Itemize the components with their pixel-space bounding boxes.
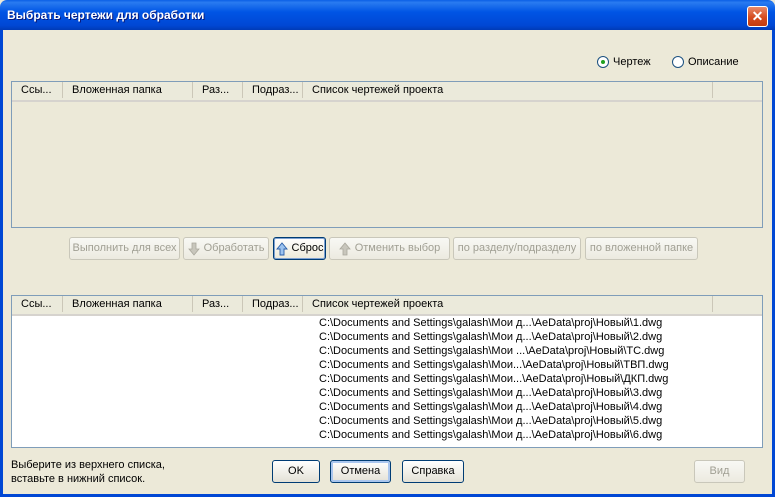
- list-item[interactable]: C:\Documents and Settings\galash\Мои д..…: [319, 316, 662, 330]
- list-item[interactable]: C:\Documents and Settings\galash\Мои...\…: [319, 358, 669, 372]
- radio-unchecked-icon[interactable]: [672, 56, 684, 68]
- help-button[interactable]: Справка: [402, 460, 464, 483]
- reset-button[interactable]: Сброс: [273, 237, 326, 260]
- col-section[interactable]: Раз...: [193, 82, 243, 98]
- list-item[interactable]: C:\Documents and Settings\galash\Мои ...…: [319, 344, 664, 358]
- radio-description-label: Описание: [688, 56, 739, 68]
- radio-description[interactable]: Описание: [672, 56, 739, 68]
- view-label: Вид: [709, 465, 730, 477]
- list-item[interactable]: C:\Documents and Settings\galash\Мои д..…: [319, 414, 662, 428]
- radio-drawing[interactable]: Чертеж: [597, 56, 651, 68]
- col-ref[interactable]: Ссы...: [12, 82, 63, 98]
- view-button[interactable]: Вид: [694, 460, 745, 483]
- by-folder-button[interactable]: по вложенной папке: [585, 237, 698, 260]
- cancel-selection-label: Отменить выбор: [354, 242, 441, 254]
- ok-label: OK: [288, 465, 304, 477]
- process-label: Обработать: [203, 242, 265, 254]
- radio-checked-icon[interactable]: [597, 56, 609, 68]
- arrow-down-icon: [187, 242, 200, 256]
- ok-button[interactable]: OK: [272, 460, 320, 483]
- by-section-label: по разделу/подразделу: [457, 242, 577, 254]
- col-subsection[interactable]: Подраз...: [243, 296, 303, 312]
- list-item[interactable]: C:\Documents and Settings\galash\Мои д..…: [319, 386, 662, 400]
- arrow-up-icon: [275, 241, 288, 256]
- col-drawing-list[interactable]: Список чертежей проекта: [303, 296, 713, 312]
- instruction-line-2: вставьте в нижний список.: [11, 473, 146, 485]
- radio-drawing-label: Чертеж: [613, 56, 651, 68]
- close-icon: ✕: [751, 8, 764, 24]
- reset-label: Сброс: [291, 242, 324, 254]
- list-item[interactable]: C:\Documents and Settings\galash\Мои д..…: [319, 400, 662, 414]
- source-list-body[interactable]: [12, 102, 762, 227]
- process-button[interactable]: Обработать: [183, 237, 269, 260]
- selected-list-body[interactable]: C:\Documents and Settings\galash\Мои д..…: [12, 316, 762, 447]
- list-header: Ссы... Вложенная папка Раз... Подраз... …: [12, 82, 762, 102]
- help-label: Справка: [411, 465, 455, 477]
- col-ref[interactable]: Ссы...: [12, 296, 63, 312]
- col-subsection[interactable]: Подраз...: [243, 82, 303, 98]
- source-drawings-list[interactable]: Ссы... Вложенная папка Раз... Подраз... …: [11, 81, 763, 228]
- list-header: Ссы... Вложенная папка Раз... Подраз... …: [12, 296, 762, 316]
- list-item[interactable]: C:\Documents and Settings\galash\Мои...\…: [319, 372, 668, 386]
- col-drawing-list[interactable]: Список чертежей проекта: [303, 82, 713, 98]
- selected-drawings-list[interactable]: Ссы... Вложенная папка Раз... Подраз... …: [11, 295, 763, 448]
- col-subfolder[interactable]: Вложенная папка: [63, 82, 193, 98]
- title-bar[interactable]: Выбрать чертежи для обработки ✕: [0, 0, 775, 30]
- instruction-text: Выберите из верхнего списка, вставьте в …: [11, 458, 165, 486]
- list-item[interactable]: C:\Documents and Settings\galash\Мои д..…: [319, 428, 662, 442]
- window-title: Выбрать чертежи для обработки: [7, 8, 205, 22]
- col-section[interactable]: Раз...: [193, 296, 243, 312]
- close-button[interactable]: ✕: [747, 6, 768, 27]
- instruction-line-1: Выберите из верхнего списка,: [11, 459, 165, 471]
- by-section-button[interactable]: по разделу/подразделу: [453, 237, 581, 260]
- arrow-up-icon: [338, 241, 351, 256]
- col-subfolder[interactable]: Вложенная папка: [63, 296, 193, 312]
- by-folder-label: по вложенной папке: [589, 242, 694, 254]
- cancel-button[interactable]: Отмена: [330, 460, 391, 483]
- cancel-selection-button[interactable]: Отменить выбор: [329, 237, 450, 260]
- run-all-button[interactable]: Выполнить для всех: [69, 237, 180, 260]
- list-item[interactable]: C:\Documents and Settings\galash\Мои д..…: [319, 330, 662, 344]
- run-all-label: Выполнить для всех: [72, 242, 177, 254]
- cancel-label: Отмена: [340, 465, 381, 477]
